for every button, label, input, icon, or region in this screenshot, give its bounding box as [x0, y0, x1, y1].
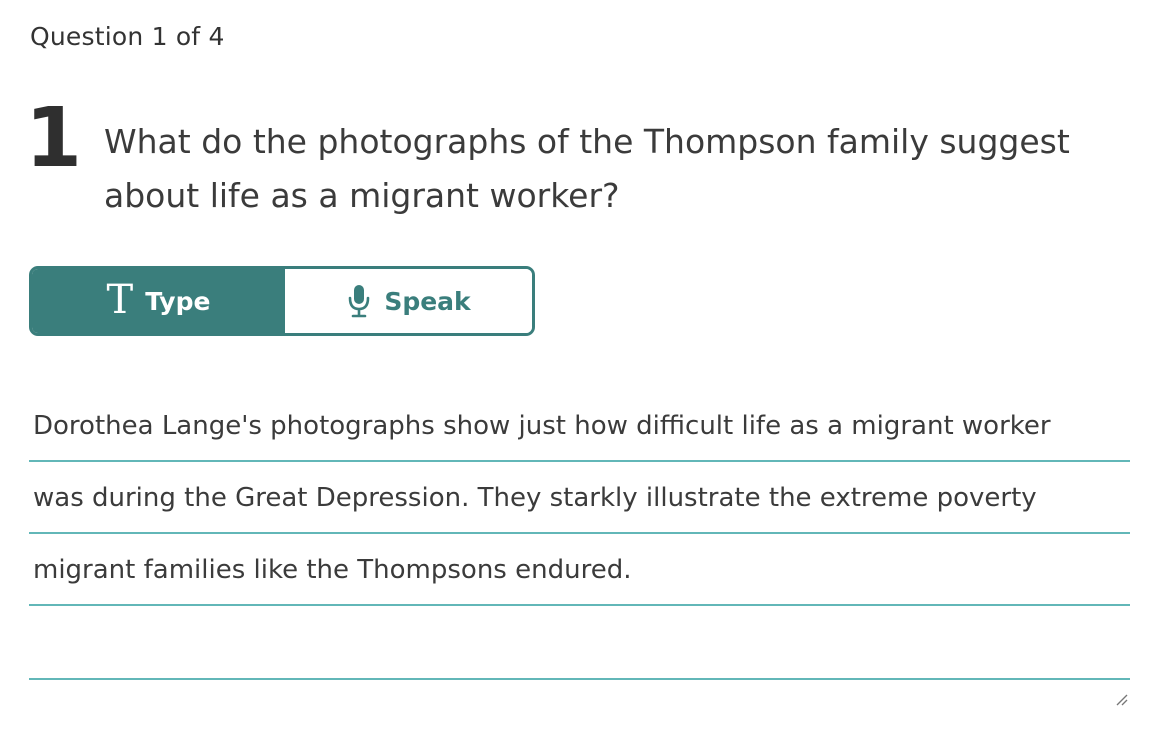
- response-mode-toggle: T Type Speak: [29, 266, 535, 336]
- question-progress: Question 1 of 4: [30, 22, 225, 51]
- type-mode-button[interactable]: T Type: [32, 269, 285, 333]
- resize-handle-icon[interactable]: [1114, 662, 1128, 706]
- question-number: 1: [25, 91, 83, 186]
- question-text: What do the photographs of the Thompson …: [104, 122, 1070, 215]
- speak-mode-label: Speak: [384, 286, 471, 316]
- answer-line-empty: [29, 606, 1130, 706]
- answer-line: was during the Great Depression. They st…: [29, 462, 1130, 534]
- answer-textarea[interactable]: Dorothea Lange's photographs show just h…: [29, 390, 1130, 706]
- answer-line: migrant families like the Thompsons endu…: [29, 534, 1130, 606]
- answer-line: Dorothea Lange's photographs show just h…: [29, 390, 1130, 462]
- speak-mode-button[interactable]: Speak: [285, 269, 532, 333]
- text-t-icon: T: [106, 277, 134, 323]
- type-mode-label: Type: [145, 286, 211, 316]
- microphone-icon: [346, 283, 372, 319]
